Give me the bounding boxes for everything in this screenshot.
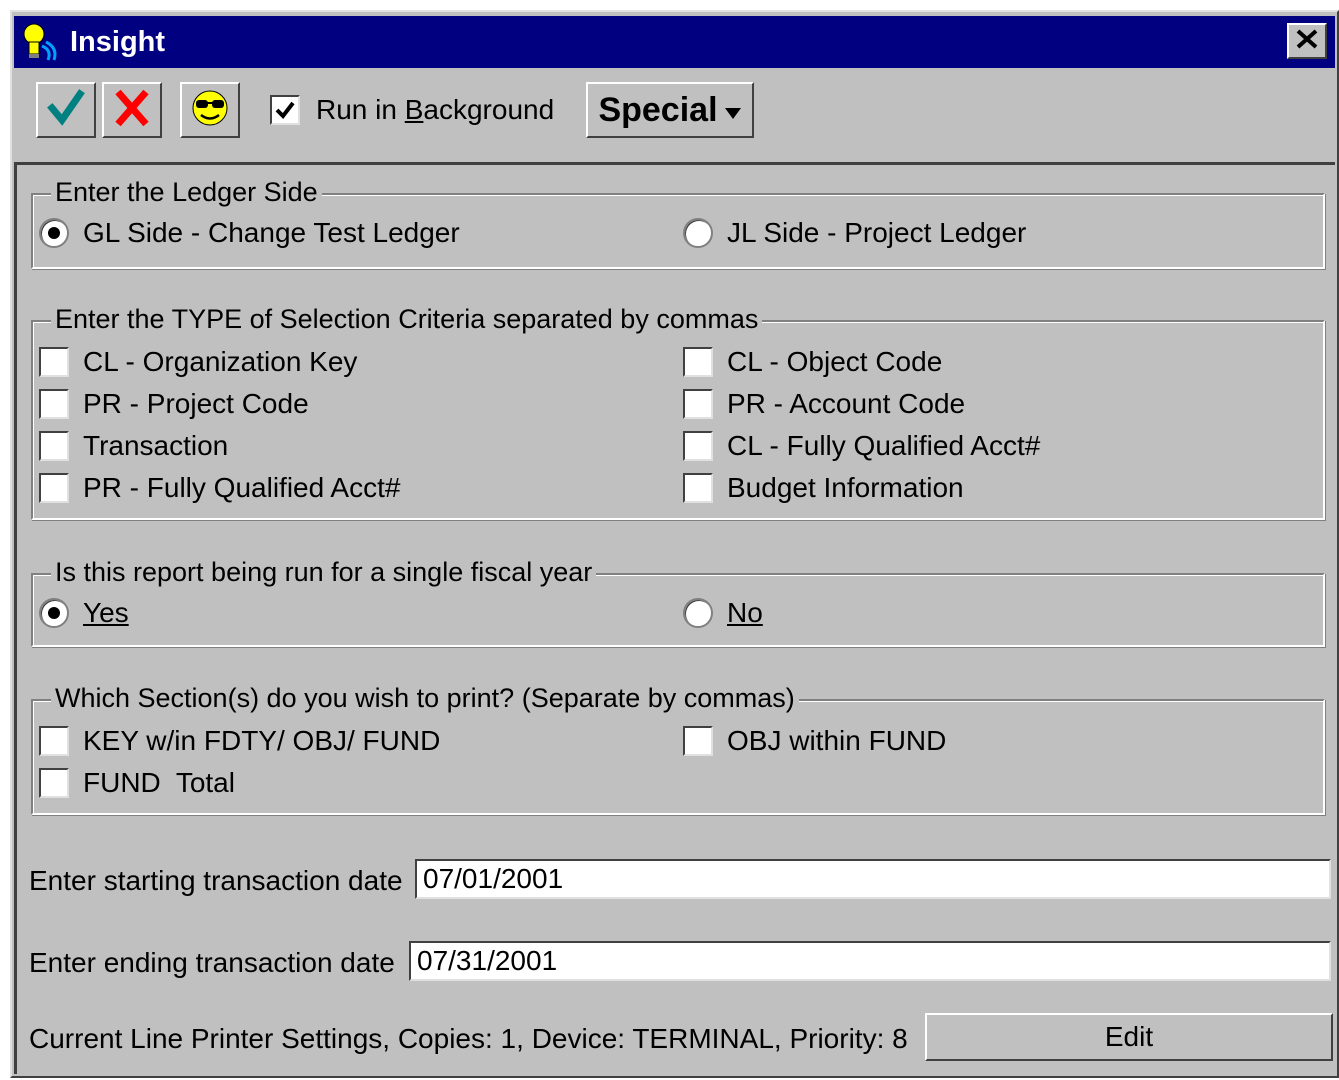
criteria-checkbox[interactable] bbox=[39, 431, 69, 461]
criteria-checkbox[interactable] bbox=[39, 389, 69, 419]
close-icon bbox=[1294, 28, 1320, 55]
criteria-label: CL - Object Code bbox=[727, 346, 943, 377]
special-dropdown-button[interactable]: Special bbox=[586, 82, 754, 138]
section-checkbox[interactable] bbox=[39, 726, 69, 756]
criteria-checkbox[interactable] bbox=[39, 347, 69, 377]
criteria-object-code[interactable]: CL - Object Code bbox=[683, 346, 942, 378]
gl-side-radio-option[interactable]: GL Side - Change Test Ledger bbox=[39, 217, 460, 249]
ok-button[interactable] bbox=[36, 82, 96, 138]
criteria-checkbox[interactable] bbox=[683, 431, 713, 461]
edit-button-label: Edit bbox=[1104, 1021, 1154, 1052]
criteria-checkbox[interactable] bbox=[683, 473, 713, 503]
sunglasses-button[interactable] bbox=[180, 82, 240, 138]
criteria-checkbox[interactable] bbox=[683, 347, 713, 377]
red-x-icon bbox=[112, 88, 152, 133]
fiscal-year-no-radio[interactable] bbox=[683, 598, 713, 628]
dropdown-arrow-icon bbox=[724, 91, 742, 130]
edit-printer-button[interactable]: Edit bbox=[925, 1013, 1333, 1061]
fiscal-year-group: Is this report being run for a single fi… bbox=[31, 557, 1325, 647]
criteria-organization-key[interactable]: CL - Organization Key bbox=[39, 346, 357, 378]
criteria-checkbox[interactable] bbox=[39, 473, 69, 503]
sunglasses-smiley-icon bbox=[190, 88, 230, 133]
gl-side-label: GL Side - Change Test Ledger bbox=[83, 217, 460, 248]
close-button[interactable] bbox=[1287, 23, 1327, 59]
toolbar: Run in Background Special bbox=[14, 70, 1335, 160]
dialog-body: Enter the Ledger Side GL Side - Change T… bbox=[14, 162, 1335, 1074]
run-in-background-option[interactable]: Run in Background bbox=[270, 94, 554, 126]
criteria-cl-fully-qualified-acct[interactable]: CL - Fully Qualified Acct# bbox=[683, 430, 1040, 462]
selection-criteria-group: Enter the TYPE of Selection Criteria sep… bbox=[31, 304, 1325, 520]
special-label: Special bbox=[598, 90, 718, 129]
sections-group: Which Section(s) do you wish to print? (… bbox=[31, 683, 1325, 815]
criteria-label: PR - Fully Qualified Acct# bbox=[83, 472, 401, 503]
criteria-label: CL - Fully Qualified Acct# bbox=[727, 430, 1041, 461]
section-label: OBJ within FUND bbox=[727, 725, 947, 756]
section-label: KEY w/in FDTY/ OBJ/ FUND bbox=[83, 725, 441, 756]
criteria-pr-fully-qualified-acct[interactable]: PR - Fully Qualified Acct# bbox=[39, 472, 400, 504]
section-checkbox[interactable] bbox=[39, 768, 69, 798]
fiscal-year-yes-label: Yes bbox=[83, 597, 129, 628]
selection-criteria-legend: Enter the TYPE of Selection Criteria sep… bbox=[51, 304, 763, 335]
cancel-button[interactable] bbox=[102, 82, 162, 138]
criteria-project-code[interactable]: PR - Project Code bbox=[39, 388, 309, 420]
insight-window: Insight Run in Background Special Enter … bbox=[10, 10, 1339, 1078]
start-date-input[interactable] bbox=[415, 859, 1331, 899]
printer-settings-text: Current Line Printer Settings, Copies: 1… bbox=[29, 1023, 908, 1054]
criteria-account-code[interactable]: PR - Account Code bbox=[683, 388, 965, 420]
ledger-side-group: Enter the Ledger Side GL Side - Change T… bbox=[31, 177, 1325, 269]
criteria-checkbox[interactable] bbox=[683, 389, 713, 419]
fiscal-year-yes-option[interactable]: Yes bbox=[39, 597, 129, 629]
jl-side-label: JL Side - Project Ledger bbox=[727, 217, 1027, 248]
window-title: Insight bbox=[70, 25, 166, 58]
section-fund-total[interactable]: FUND Total bbox=[39, 767, 235, 799]
criteria-label: Transaction bbox=[83, 430, 229, 461]
criteria-transaction[interactable]: Transaction bbox=[39, 430, 228, 462]
criteria-budget-information[interactable]: Budget Information bbox=[683, 472, 964, 504]
end-date-label: Enter ending transaction date bbox=[29, 947, 395, 978]
section-obj-within-fund[interactable]: OBJ within FUND bbox=[683, 725, 946, 757]
ledger-side-legend: Enter the Ledger Side bbox=[51, 177, 322, 208]
gl-side-radio[interactable] bbox=[39, 218, 69, 248]
fiscal-year-yes-radio[interactable] bbox=[39, 598, 69, 628]
title-bar[interactable]: Insight bbox=[14, 16, 1335, 68]
start-date-label: Enter starting transaction date bbox=[29, 865, 403, 896]
fiscal-year-no-option[interactable]: No bbox=[683, 597, 763, 629]
criteria-label: CL - Organization Key bbox=[83, 346, 358, 377]
criteria-label: Budget Information bbox=[727, 472, 964, 503]
section-key-within-fdty[interactable]: KEY w/in FDTY/ OBJ/ FUND bbox=[39, 725, 440, 757]
run-in-background-label: Run in Background bbox=[316, 94, 555, 125]
criteria-label: PR - Project Code bbox=[83, 388, 309, 419]
criteria-label: PR - Account Code bbox=[727, 388, 966, 419]
sections-legend: Which Section(s) do you wish to print? (… bbox=[51, 683, 799, 714]
jl-side-radio[interactable] bbox=[683, 218, 713, 248]
section-label: FUND Total bbox=[83, 767, 235, 798]
end-date-input[interactable] bbox=[409, 941, 1331, 981]
jl-side-radio-option[interactable]: JL Side - Project Ledger bbox=[683, 217, 1026, 249]
lightbulb-icon bbox=[18, 20, 62, 64]
fiscal-year-legend: Is this report being run for a single fi… bbox=[51, 557, 597, 588]
section-checkbox[interactable] bbox=[683, 726, 713, 756]
fiscal-year-no-label: No bbox=[727, 597, 763, 628]
checkmark-icon bbox=[46, 88, 86, 133]
run-in-background-checkbox[interactable] bbox=[270, 95, 300, 125]
